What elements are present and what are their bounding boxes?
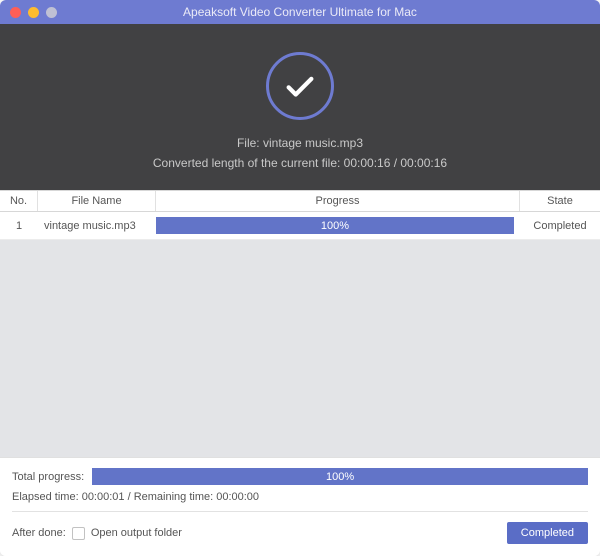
after-done-label: After done: — [12, 527, 66, 539]
table-body: 1 vintage music.mp3 100% Completed — [0, 212, 600, 240]
maximize-window-button[interactable] — [46, 7, 57, 18]
table-empty-area — [0, 240, 600, 457]
total-progress-bar: 100% — [92, 468, 588, 485]
column-header-progress: Progress — [156, 191, 520, 211]
app-window: Apeaksoft Video Converter Ultimate for M… — [0, 0, 600, 556]
column-header-filename: File Name — [38, 191, 156, 211]
traffic-lights — [10, 7, 57, 18]
status-area: File: vintage music.mp3 Converted length… — [0, 24, 600, 190]
table-row: 1 vintage music.mp3 100% Completed — [0, 212, 600, 240]
open-output-folder-checkbox[interactable] — [72, 527, 85, 540]
close-window-button[interactable] — [10, 7, 21, 18]
row-state: Completed — [520, 220, 600, 232]
status-file-label: File: vintage music.mp3 — [237, 136, 363, 150]
status-converted-label: Converted length of the current file: 00… — [153, 156, 447, 170]
column-header-state: State — [520, 191, 600, 211]
after-done-row: After done: Open output folder Completed — [12, 522, 588, 544]
minimize-window-button[interactable] — [28, 7, 39, 18]
total-progress-label: Total progress: — [12, 471, 84, 483]
table-header: No. File Name Progress State — [0, 190, 600, 212]
row-progress-bar: 100% — [156, 217, 514, 234]
window-title: Apeaksoft Video Converter Ultimate for M… — [0, 5, 600, 19]
completed-button[interactable]: Completed — [507, 522, 588, 544]
column-header-no: No. — [0, 191, 38, 211]
time-row: Elapsed time: 00:00:01 / Remaining time:… — [12, 491, 588, 512]
open-output-folder-label: Open output folder — [91, 527, 182, 539]
row-number: 1 — [0, 220, 38, 232]
titlebar: Apeaksoft Video Converter Ultimate for M… — [0, 0, 600, 24]
row-filename: vintage music.mp3 — [38, 220, 156, 232]
bottom-section: Total progress: 100% Elapsed time: 00:00… — [0, 457, 600, 556]
total-progress-row: Total progress: 100% — [12, 468, 588, 485]
row-progress: 100% — [156, 217, 520, 234]
success-check-icon — [266, 52, 334, 120]
